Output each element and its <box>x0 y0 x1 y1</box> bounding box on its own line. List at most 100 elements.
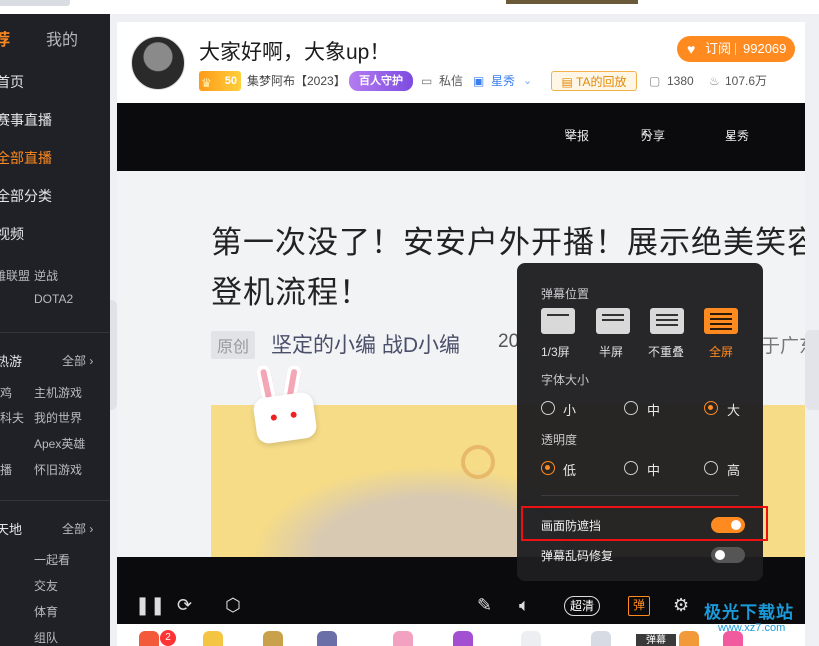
sidebar: 荐 我的 首页 赛事直播 全部直播 全部分类 视频 英雄联盟 逆战 DOTA2 … <box>0 14 110 646</box>
sidebar-hot-item[interactable]: 逃离塔科夫 <box>0 409 24 426</box>
position-nooverlap-option[interactable] <box>650 308 684 334</box>
heat-value: 1380 <box>667 74 694 88</box>
position-half-option[interactable] <box>596 308 630 334</box>
sidebar-item-events[interactable]: 赛事直播 <box>0 110 52 130</box>
sidebar-tab-mine[interactable]: 我的 <box>46 26 78 50</box>
level-value: 50 <box>224 75 237 87</box>
play-icon: ▣ <box>473 74 485 88</box>
position-label: 半屏 <box>599 345 624 359</box>
sidebar-hot-item[interactable]: Apex英雄 <box>34 435 85 452</box>
avatar[interactable] <box>131 36 185 90</box>
subscribe-button[interactable]: ♥ 订阅 992069 <box>677 36 795 62</box>
position-title: 弹幕位置 <box>541 287 590 301</box>
sidebar-world-all-link[interactable]: 全部 › <box>62 520 93 537</box>
font-large-label: 大 <box>727 403 741 418</box>
thumbnail-fragment <box>506 0 638 4</box>
sidebar-world-item[interactable]: 体育 <box>34 603 58 620</box>
gift-icon[interactable] <box>679 631 699 646</box>
category-link[interactable]: 星秀 <box>491 71 515 91</box>
replay-button[interactable]: ▤ TA的回放 <box>551 71 637 91</box>
gift-icon[interactable] <box>203 631 223 646</box>
top-strip <box>0 0 819 14</box>
sidebar-game-dota2[interactable]: DOTA2 <box>34 292 73 306</box>
sidebar-hot-all-label: 全部 <box>62 354 87 368</box>
sidebar-game-nizhan[interactable]: 逆战 <box>34 267 58 284</box>
video-author: 坚定的小编 战D小编 <box>271 334 460 357</box>
chevron-down-icon: ⌄ <box>725 127 736 141</box>
message-link[interactable]: 私信 <box>439 71 463 91</box>
sidebar-section-world: 天地 <box>0 522 23 537</box>
sidebar-divider <box>0 332 110 333</box>
bunny-eye <box>270 414 278 421</box>
font-small-radio[interactable] <box>541 401 555 415</box>
sidebar-item-categories[interactable]: 全部分类 <box>0 186 52 206</box>
opacity-high-radio[interactable] <box>704 461 718 475</box>
player-top-bar: ⛉ 举报 ⇱ 分享 星秀 ⌄ <box>117 103 805 143</box>
position-full-option[interactable] <box>704 308 738 334</box>
danmu-toggle-button[interactable]: 弹 <box>628 596 650 616</box>
gift-icon[interactable] <box>591 631 611 646</box>
font-medium-radio[interactable] <box>624 401 638 415</box>
replay-label: TA的回放 <box>576 75 627 89</box>
gift-icon[interactable] <box>393 631 413 646</box>
gift-icon[interactable] <box>317 631 337 646</box>
sidebar-item-videos[interactable]: 视频 <box>0 224 24 244</box>
position-third-option[interactable] <box>541 308 575 334</box>
chevron-down-icon[interactable]: ⌄ <box>523 71 532 91</box>
sidebar-game-lol[interactable]: 英雄联盟 <box>0 267 30 284</box>
position-label-selected: 全屏 <box>709 345 734 359</box>
sidebar-hot-all-link[interactable]: 全部 › <box>62 352 93 369</box>
opacity-high-label: 高 <box>727 463 741 478</box>
opacity-low-radio[interactable] <box>541 461 555 475</box>
anchor-name[interactable]: 集梦阿布【2023】 <box>247 71 346 91</box>
chevron-right-icon: › <box>89 354 94 368</box>
chevron-right-icon: › <box>89 522 94 536</box>
sidebar-hot-item[interactable]: 吃鸡 <box>0 384 12 401</box>
heat-icon: ▢ <box>649 74 661 88</box>
fire-icon: ♨ <box>709 74 720 88</box>
sidebar-item-home[interactable]: 首页 <box>0 72 24 92</box>
danmu-settings-icon[interactable]: ⚙ <box>673 594 689 616</box>
chat-collapse-handle[interactable] <box>805 330 819 410</box>
refresh-icon[interactable]: ⟳ <box>177 594 192 616</box>
message-icon[interactable]: ▭ <box>421 71 432 91</box>
subscribe-label: 订阅 <box>705 41 732 56</box>
sidebar-divider <box>0 500 110 501</box>
bunny-eye <box>290 411 298 419</box>
sidebar-tab-recommend[interactable]: 荐 <box>0 26 10 50</box>
gift-icon[interactable] <box>453 631 473 646</box>
gift-icon[interactable] <box>521 631 541 646</box>
guard-badge[interactable]: 百人守护 <box>349 71 413 91</box>
sidebar-item-all-live[interactable]: 全部直播 <box>0 148 52 168</box>
sidebar-hot-item[interactable]: 单机主播 <box>0 461 12 478</box>
gift-icon[interactable] <box>139 631 159 646</box>
crown-icon: ♛ <box>201 76 212 90</box>
notification-badge: 2 <box>160 630 176 646</box>
share-label: 分享 <box>641 129 666 143</box>
font-size-title: 字体大小 <box>541 373 590 387</box>
danmu-repair-toggle[interactable] <box>711 547 745 563</box>
sidebar-world-item[interactable]: 交友 <box>34 577 58 594</box>
gift-icon[interactable] <box>263 631 283 646</box>
quality-button[interactable]: 超清 <box>564 596 600 616</box>
page-title: 大家好啊，大象up！ <box>199 41 391 64</box>
report-label: 举报 <box>565 129 590 143</box>
sidebar-hot-item[interactable]: 我的世界 <box>34 409 82 426</box>
sidebar-world-item[interactable]: 一起看 <box>34 551 70 568</box>
sidebar-collapse-handle[interactable] <box>110 300 117 410</box>
font-large-radio[interactable] <box>704 401 718 415</box>
opacity-medium-label: 中 <box>647 463 661 478</box>
settings-icon[interactable]: ⬡ <box>225 594 241 616</box>
sidebar-hot-item[interactable]: 主机游戏 <box>34 384 82 401</box>
danmu-edit-icon[interactable]: ✎ <box>477 594 492 616</box>
watermark-url: www.xz7.com <box>718 622 786 634</box>
pause-icon[interactable]: ❚❚ <box>135 594 165 616</box>
opacity-medium-radio[interactable] <box>624 461 638 475</box>
opacity-title: 透明度 <box>541 433 578 447</box>
volume-icon[interactable]: 🔈︎ <box>519 594 530 616</box>
sidebar-world-item[interactable]: 组队 <box>34 629 58 646</box>
danmu-tooltip: 弹幕 <box>636 634 676 646</box>
heart-icon: ♥ <box>687 41 696 57</box>
sidebar-hot-item[interactable]: 怀旧游戏 <box>34 461 82 478</box>
level-badge: ♛ 50 <box>199 71 241 91</box>
